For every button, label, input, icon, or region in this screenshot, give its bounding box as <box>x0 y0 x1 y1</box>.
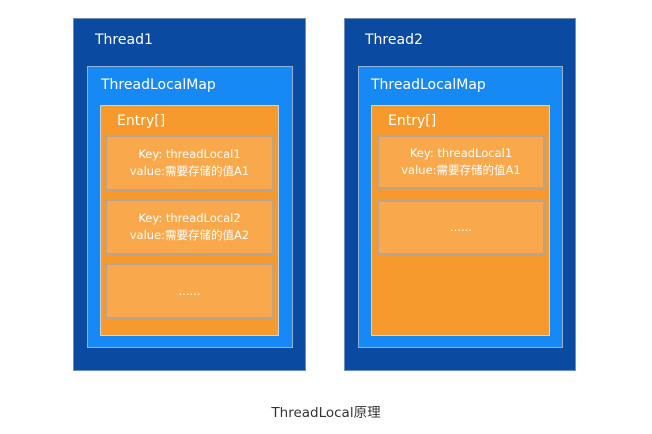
thread1-entry-slot-2: Key: threadLocal2 value:需要存储的值A2 <box>105 199 274 255</box>
thread1-slot1-key: Key: threadLocal1 <box>138 147 241 161</box>
thread1-slot3-ellipsis: ...... <box>178 283 201 298</box>
thread2-slot2-ellipsis: ...... <box>450 220 472 234</box>
thread2-threadlocalmap-title: ThreadLocalMap <box>371 77 486 93</box>
thread1-entry-array-box: Entry[] Key: threadLocal1 value:需要存储的值A1… <box>100 105 279 336</box>
thread1-entry-slot-3: ...... <box>105 263 274 319</box>
thread1-entry-slot-1: Key: threadLocal1 value:需要存储的值A1 <box>105 135 274 191</box>
diagram-caption: ThreadLocal原理 <box>271 405 381 421</box>
thread1-threadlocalmap-title: ThreadLocalMap <box>101 77 216 93</box>
thread1-box: Thread1 ThreadLocalMap Entry[] Key: thre… <box>73 18 306 371</box>
thread2-entry-slot-2: ...... <box>377 200 545 255</box>
thread2-box: Thread2 ThreadLocalMap Entry[] Key: thre… <box>344 18 576 371</box>
thread2-entry-array-title: Entry[] <box>388 113 437 129</box>
thread1-slot2-key: Key: threadLocal2 <box>138 211 241 225</box>
thread2-slot1-key: Key: threadLocal1 <box>409 146 513 160</box>
thread1-slot1-value: value:需要存储的值A1 <box>129 164 250 178</box>
thread2-entry-slot-1: Key: threadLocal1 value:需要存储的值A1 <box>377 135 545 189</box>
thread2-slot1-value: value:需要存储的值A1 <box>401 163 521 177</box>
thread2-title: Thread2 <box>365 32 423 48</box>
thread1-threadlocalmap-box: ThreadLocalMap Entry[] Key: threadLocal1… <box>87 66 293 348</box>
thread1-title: Thread1 <box>95 32 153 48</box>
thread2-threadlocalmap-box: ThreadLocalMap Entry[] Key: threadLocal1… <box>358 66 563 348</box>
thread1-entry-array-title: Entry[] <box>117 113 166 129</box>
thread1-slot2-value: value:需要存储的值A2 <box>129 228 250 242</box>
thread2-entry-array-box: Entry[] Key: threadLocal1 value:需要存储的值A1… <box>371 105 550 336</box>
